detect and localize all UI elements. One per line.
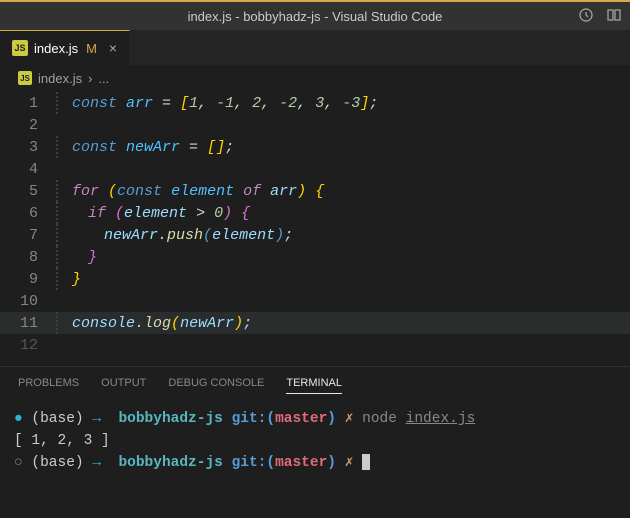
close-icon[interactable]: × xyxy=(109,40,117,56)
title-bar-actions xyxy=(578,7,622,26)
tab-modified-indicator: M xyxy=(86,41,97,56)
terminal-line: ○ (base) → bobbyhadz-js git:(master) ✗ xyxy=(14,452,616,474)
split-icon[interactable] xyxy=(606,7,622,26)
prompt-bullet-icon: ○ xyxy=(14,455,23,471)
tab-output[interactable]: OUTPUT xyxy=(101,377,146,394)
prompt-bullet-icon: ● xyxy=(14,411,23,427)
code-line: 12 xyxy=(0,334,630,356)
code-line: 9 } xyxy=(0,268,630,290)
tab-bar: JS index.js M × xyxy=(0,30,630,66)
terminal-output: [ 1, 2, 3 ] xyxy=(14,430,616,452)
code-line: 3 const newArr = []; xyxy=(0,136,630,158)
js-file-icon: JS xyxy=(18,71,32,85)
cursor xyxy=(362,454,370,470)
breadcrumb-more: ... xyxy=(98,71,109,86)
code-line: 10 xyxy=(0,290,630,312)
code-line: 4 xyxy=(0,158,630,180)
tab-problems[interactable]: PROBLEMS xyxy=(18,377,79,394)
editor[interactable]: 1 const arr = [1, -1, 2, -2, 3, -3]; 2 3… xyxy=(0,90,630,358)
code-line: 2 xyxy=(0,114,630,136)
terminal[interactable]: ● (base) → bobbyhadz-js git:(master) ✗ n… xyxy=(0,402,630,480)
window-title: index.js - bobbyhadz-js - Visual Studio … xyxy=(188,9,443,24)
code-line: 11 console.log(newArr); xyxy=(0,312,630,334)
line-number: 1 xyxy=(0,95,56,112)
code-line: 8 } xyxy=(0,246,630,268)
chevron-right-icon: › xyxy=(88,71,92,86)
js-file-icon: JS xyxy=(12,40,28,56)
tab-debug-console[interactable]: DEBUG CONSOLE xyxy=(168,377,264,394)
title-bar: index.js - bobbyhadz-js - Visual Studio … xyxy=(0,0,630,30)
history-icon[interactable] xyxy=(578,7,594,26)
code-line: 7 newArr.push(element); xyxy=(0,224,630,246)
panel-tabs: PROBLEMS OUTPUT DEBUG CONSOLE TERMINAL xyxy=(0,366,630,402)
tab-filename: index.js xyxy=(34,41,78,56)
code-line: 5 for (const element of arr) { xyxy=(0,180,630,202)
code-line: 6 if (element > 0) { xyxy=(0,202,630,224)
breadcrumb[interactable]: JS index.js › ... xyxy=(0,66,630,90)
breadcrumb-file: index.js xyxy=(38,71,82,86)
tab-index-js[interactable]: JS index.js M × xyxy=(0,30,130,65)
terminal-line: ● (base) → bobbyhadz-js git:(master) ✗ n… xyxy=(14,408,616,430)
code-line: 1 const arr = [1, -1, 2, -2, 3, -3]; xyxy=(0,92,630,114)
tab-terminal[interactable]: TERMINAL xyxy=(286,377,342,394)
